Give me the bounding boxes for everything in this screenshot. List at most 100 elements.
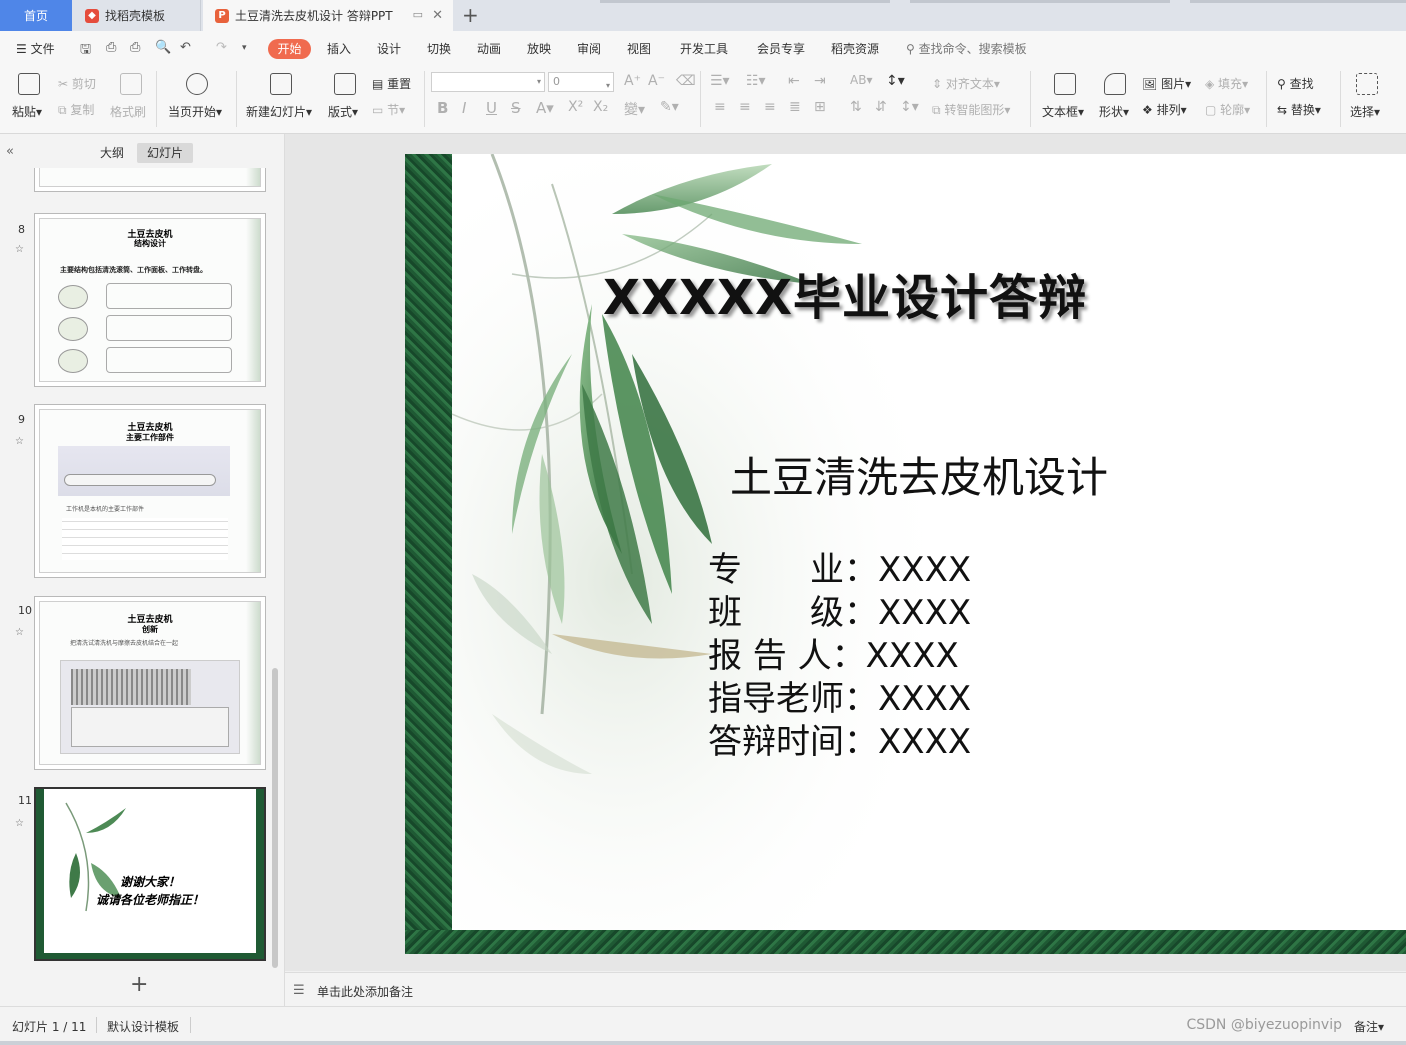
scrollbar-thumb[interactable] xyxy=(272,668,278,968)
line-spacing-icon[interactable]: ↕▾ xyxy=(886,73,905,89)
copy-button[interactable]: ⧉ 复制 xyxy=(58,101,94,118)
tab-template[interactable]: ◆ 找稻壳模板 xyxy=(73,0,201,31)
fill-button[interactable]: ◈ 填充▾ xyxy=(1205,75,1248,92)
add-slide-button[interactable]: + xyxy=(130,972,148,997)
select-button[interactable]: 选择▾ xyxy=(1350,103,1380,120)
menu-design[interactable]: 设计 xyxy=(377,40,401,57)
info-date[interactable]: 答辩时间：XXXX xyxy=(708,714,971,763)
tab-document[interactable]: P 土豆清洗去皮机设计 答辩PPT ▭ ✕ xyxy=(203,0,453,31)
picture-button[interactable]: 🖼 图片▾ xyxy=(1142,75,1191,92)
collapse-icon[interactable]: « xyxy=(6,144,14,159)
phonetic-icon[interactable]: 變▾ xyxy=(624,99,645,119)
info-advisor[interactable]: 指导老师：XXXX xyxy=(708,671,971,720)
add-tab-button[interactable]: + xyxy=(462,4,479,26)
shape-button[interactable]: 形状▾ xyxy=(1099,103,1129,120)
justify-icon[interactable]: ≣ xyxy=(789,99,801,115)
info-reporter[interactable]: 报 告 人：XXXX xyxy=(708,628,959,677)
section-button[interactable]: ▭ 节▾ xyxy=(372,101,405,118)
menu-start[interactable]: 开始 xyxy=(268,39,311,59)
paste-button[interactable]: 粘贴▾ xyxy=(12,103,42,120)
smart-art-button[interactable]: ⧉ 转智能图形▾ xyxy=(932,101,1010,118)
thumb-subtitle: 创新 xyxy=(142,625,158,634)
align-left-icon[interactable]: ≡ xyxy=(714,99,726,115)
print-icon[interactable]: ⎙ xyxy=(130,40,140,55)
info-major[interactable]: 专 业：XXXX xyxy=(708,542,971,591)
file-menu[interactable]: ☰ 文件 xyxy=(16,40,55,57)
tab-slides[interactable]: 幻灯片 xyxy=(137,143,194,163)
slide-thumbnail[interactable]: 土豆去皮机 结构设计 主要结构包括清洗滚筒、工作面板、工作转盘。 xyxy=(34,213,266,387)
reset-button[interactable]: ▤ 重置 xyxy=(372,75,411,92)
menu-animation[interactable]: 动画 xyxy=(477,40,501,57)
slide-title[interactable]: XXXXX毕业设计答辩 xyxy=(603,258,1087,328)
close-icon[interactable]: ✕ xyxy=(432,8,443,23)
menu-transition[interactable]: 切换 xyxy=(427,40,451,57)
from-start-button[interactable]: 当页开始▾ xyxy=(168,103,222,120)
redo-icon[interactable]: ↷ xyxy=(216,40,227,55)
slide-thumbnail[interactable]: 土豆去皮机 创新 把清洗试清洗机与摩擦去皮机结合在一起 xyxy=(34,596,266,770)
menu-insert[interactable]: 插入 xyxy=(327,40,351,57)
align-center-icon[interactable]: ≡ xyxy=(739,99,751,115)
bold-icon[interactable]: B xyxy=(437,99,448,117)
superscript-icon[interactable]: X² xyxy=(568,99,583,115)
notes-area[interactable]: ☰ 单击此处添加备注 xyxy=(285,972,1406,1007)
find-button[interactable]: ⚲ 查找 xyxy=(1277,75,1314,92)
highlight-icon[interactable]: ✎▾ xyxy=(660,99,679,115)
notes-toggle[interactable]: 备注▾ xyxy=(1354,1018,1384,1035)
undo-icon[interactable]: ↶ xyxy=(180,40,191,55)
increase-indent-icon[interactable]: ⇥ xyxy=(814,73,826,89)
cut-button[interactable]: ✂ 剪切 xyxy=(58,75,96,92)
customize-icon[interactable]: ▾ xyxy=(242,43,247,53)
font-family-select[interactable]: ▾ xyxy=(431,72,545,92)
numbering-icon[interactable]: ☷▾ xyxy=(746,73,766,89)
design-template[interactable]: 默认设计模板 xyxy=(107,1018,179,1035)
format-painter-button[interactable]: 格式刷 xyxy=(110,103,146,120)
current-slide[interactable]: XXXXX毕业设计答辩 土豆清洗去皮机设计 专 业：XXXX 班 级：XXXX … xyxy=(405,154,1406,954)
tab-home[interactable]: 首页 xyxy=(0,0,72,31)
menu-view[interactable]: 视图 xyxy=(627,40,651,57)
strikethrough-icon[interactable]: S xyxy=(511,99,521,117)
decrease-font-icon[interactable]: A⁻ xyxy=(648,73,665,89)
bullets-icon[interactable]: ☰▾ xyxy=(710,73,730,89)
slide-subtitle[interactable]: 土豆清洗去皮机设计 xyxy=(730,444,1108,505)
export-icon[interactable]: ⎙ xyxy=(106,40,116,55)
menu-docer[interactable]: 稻壳资源 xyxy=(831,40,879,57)
panel-scrollbar[interactable] xyxy=(272,168,278,968)
menu-review[interactable]: 审阅 xyxy=(577,40,601,57)
command-search[interactable]: ⚲ 查找命令、搜索模板 xyxy=(906,40,1027,57)
info-class[interactable]: 班 级：XXXX xyxy=(708,585,971,634)
slide-thumbnail[interactable]: 土豆去皮机 主要工作部件 工作机是本机的主要工作部件 xyxy=(34,404,266,578)
preview-icon[interactable]: 🔍 xyxy=(155,40,171,55)
spacing-more-icon[interactable]: ↕▾ xyxy=(900,99,919,115)
font-size-select[interactable]: 0 ▾ xyxy=(548,72,614,92)
slide-thumbnail-selected[interactable]: 谢谢大家！ 诚请各位老师指正！ xyxy=(34,787,266,961)
increase-font-icon[interactable]: A⁺ xyxy=(624,73,641,89)
align-text-button[interactable]: ⇕ 对齐文本▾ xyxy=(932,75,1000,92)
menu-member[interactable]: 会员专享 xyxy=(757,40,805,57)
align-right-icon[interactable]: ≡ xyxy=(764,99,776,115)
subscript-icon[interactable]: X₂ xyxy=(593,99,608,115)
underline-icon[interactable]: U xyxy=(486,99,497,117)
para-spacing-icon[interactable]: ⇅ xyxy=(850,99,862,115)
save-icon[interactable]: 🖫 xyxy=(80,40,91,62)
line-spacing2-icon[interactable]: ⇵ xyxy=(875,99,887,115)
replace-button[interactable]: ⇆ 替换▾ xyxy=(1277,101,1321,118)
paste-icon[interactable] xyxy=(18,73,40,95)
textbox-button[interactable]: 文本框▾ xyxy=(1042,103,1084,120)
tab-outline[interactable]: 大纲 xyxy=(90,143,134,163)
ribbon-separator xyxy=(1340,71,1341,127)
outline-button[interactable]: ▢ 轮廓▾ xyxy=(1205,101,1250,118)
editing-canvas[interactable]: XXXXX毕业设计答辩 土豆清洗去皮机设计 专 业：XXXX 班 级：XXXX … xyxy=(285,134,1406,971)
slide-thumbnail[interactable] xyxy=(34,168,266,192)
layout-button[interactable]: 版式▾ xyxy=(328,103,358,120)
font-color-icon[interactable]: A▾ xyxy=(536,99,554,117)
arrange-button[interactable]: ❖ 排列▾ xyxy=(1142,101,1187,118)
clear-format-icon[interactable]: ⌫ xyxy=(676,73,696,89)
menu-developer[interactable]: 开发工具 xyxy=(680,40,728,57)
text-direction-icon[interactable]: AB▾ xyxy=(850,73,872,87)
new-slide-button[interactable]: 新建幻灯片▾ xyxy=(246,103,312,120)
menu-slideshow[interactable]: 放映 xyxy=(527,40,551,57)
distribute-icon[interactable]: ⊞ xyxy=(814,99,826,115)
decrease-indent-icon[interactable]: ⇤ xyxy=(788,73,800,89)
italic-icon[interactable]: I xyxy=(462,99,466,117)
window-icon[interactable]: ▭ xyxy=(413,8,423,21)
